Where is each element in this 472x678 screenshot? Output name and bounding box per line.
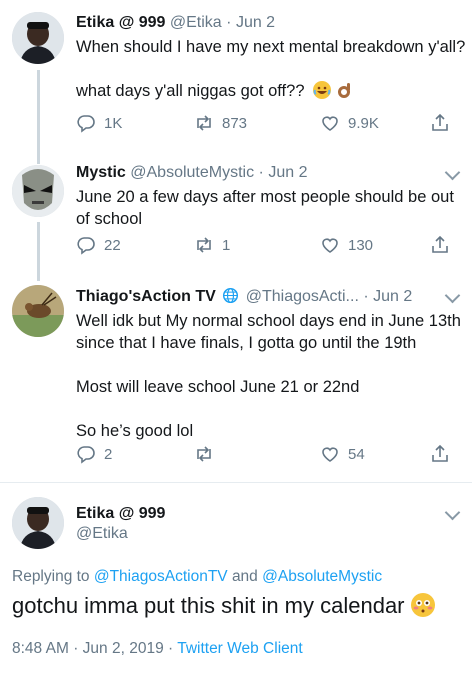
tweet-text-line: When should I have my next mental breakd… [76,38,466,56]
avatar[interactable] [12,12,64,64]
reply-count: 2 [104,445,113,463]
replying-to: Replying to @ThiagosActionTV and @Absolu… [12,568,383,585]
joy-emoji-icon [313,81,332,99]
tweet-text: June 20 a few days after most people sho… [76,186,454,230]
tweet-header: Thiago'sAction TV @ThiagosActi... · Jun … [76,287,412,306]
tweet-focused[interactable]: Etika @ 999 @Etika Replying to @ThiagosA… [0,483,472,678]
like-icon [322,238,338,253]
retweet-icon [197,237,211,253]
like-icon [322,447,338,462]
verified-globe-icon [223,287,239,304]
retweet-count: 1 [222,236,231,254]
tweet-text: Well idk but My normal school days end i… [76,310,461,442]
separator-dot: · [226,14,232,31]
retweet-count: 873 [222,114,248,132]
separator-dot: · [258,164,264,181]
share-icon [432,235,448,253]
share-button[interactable] [430,442,458,466]
handle[interactable]: @AbsoluteMystic [130,164,254,181]
tweet-actions: 2 54 [76,442,466,466]
retweet-button[interactable] [194,442,222,466]
share-button[interactable] [430,233,458,257]
tweet-text: When should I have my next mental breakd… [76,36,465,102]
reply-icon [77,115,95,133]
like-button[interactable]: 130 [320,233,373,257]
tweet-etika-question[interactable]: Etika @ 999 @Etika · Jun 2 When should I… [0,0,472,162]
display-name[interactable]: Etika @ 999 [76,505,165,523]
tweet-text-line: what days y'all niggas got off?? [76,80,465,102]
tweet-date[interactable]: Jun 2 [268,164,307,181]
share-icon [432,113,448,131]
tweet-text-line: of school [76,210,143,228]
tweet-thiago-reply[interactable]: Thiago'sAction TV @ThiagosActi... · Jun … [0,275,472,475]
tweet-timestamp: 8:48 AM · Jun 2, 2019 · Twitter Web Clie… [12,640,303,657]
reply-button[interactable]: 1K [76,111,122,135]
tweet-date[interactable]: Jun 2 [373,288,412,305]
tweet-text-line: since that I have finals, I gotta go unt… [76,334,417,352]
avatar[interactable] [12,165,64,217]
reply-to-link[interactable]: @ThiagosActionTV [94,568,228,585]
tweet-header: Etika @ 999 @Etika [76,505,165,543]
tweet-text-line: June 20 a few days after most people sho… [76,188,454,206]
chevron-down-icon[interactable] [444,164,461,181]
like-button[interactable]: 54 [320,442,365,466]
retweet-icon [197,115,211,131]
tweet-header: Etika @ 999 @Etika · Jun 2 [76,14,275,32]
retweet-button[interactable]: 1 [194,233,230,257]
tweet-mystic-reply[interactable]: Mystic @AbsoluteMystic · Jun 2 June 20 a… [0,160,472,277]
reply-button[interactable]: 2 [76,442,112,466]
handle[interactable]: @Etika [76,525,165,543]
tweet-actions: 22 1 130 [76,233,466,257]
focused-tweet-text: gotchu imma put this shit in my calendar [12,593,435,619]
ok-hand-emoji-icon [336,81,354,99]
like-count: 9.9K [348,114,379,132]
like-count: 130 [348,236,374,254]
tweet-actions: 1K 873 9.9K [76,111,466,135]
tweet-thread: Etika @ 999 @Etika · Jun 2 When should I… [0,0,472,678]
client-link[interactable]: Twitter Web Client [177,640,302,657]
tweet-text-line: Most will leave school June 21 or 22nd [76,378,360,396]
tweet-time[interactable]: 8:48 AM [12,640,69,657]
reply-count: 22 [104,236,121,254]
chevron-down-icon[interactable] [444,287,461,304]
handle[interactable]: @ThiagosActi... [246,288,359,305]
retweet-button[interactable]: 873 [194,111,247,135]
display-name[interactable]: Mystic [76,164,126,181]
thread-line [37,70,40,162]
like-button[interactable]: 9.9K [320,111,379,135]
tweet-header: Mystic @AbsoluteMystic · Jun 2 [76,164,307,182]
reply-icon [77,237,95,255]
tweet-text-line: Well idk but My normal school days end i… [76,312,461,330]
like-count: 54 [348,445,365,463]
display-name[interactable]: Etika @ 999 [76,14,165,31]
reply-icon [77,446,95,464]
share-button[interactable] [430,111,458,135]
thread-line [37,275,40,281]
reply-to-link[interactable]: @AbsoluteMystic [262,568,382,585]
reply-count: 1K [104,114,123,132]
display-name[interactable]: Thiago'sAction TV [76,288,216,305]
chevron-down-icon[interactable] [444,504,461,521]
tweet-date[interactable]: Jun 2 [236,14,275,31]
reply-button[interactable]: 22 [76,233,121,257]
tweet-text-line: So he’s good lol [76,422,194,440]
tweet-full-date[interactable]: Jun 2, 2019 [83,640,164,657]
like-icon [322,116,338,131]
flushed-emoji-icon [410,593,435,617]
thread-line [37,160,40,164]
handle[interactable]: @Etika [170,14,222,31]
share-icon [432,444,448,462]
separator-dot: · [363,288,369,305]
avatar[interactable] [12,285,64,337]
avatar[interactable] [12,497,64,549]
thread-line [37,222,40,277]
retweet-icon [197,446,211,462]
